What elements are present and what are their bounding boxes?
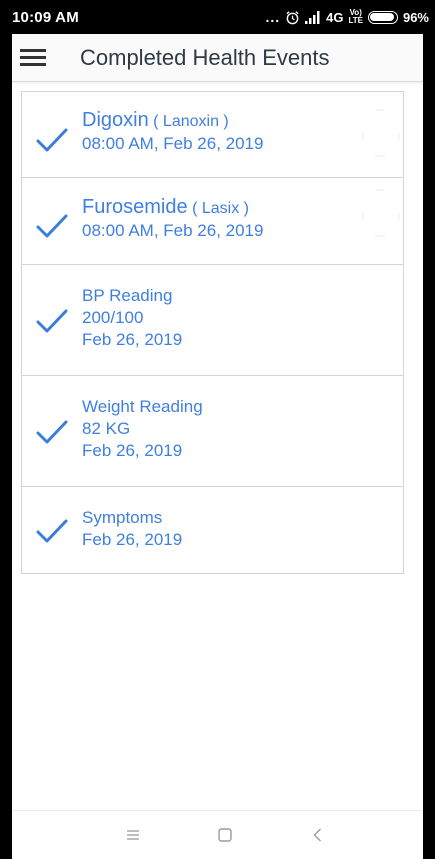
event-row-symptoms[interactable]: Symptoms Feb 26, 2019	[22, 487, 403, 573]
event-time: 08:00 AM, Feb 26, 2019	[82, 134, 264, 153]
checkmark-icon	[36, 214, 68, 238]
reading-date: Feb 26, 2019	[82, 330, 183, 349]
app-window: Completed Health Events Digoxin ( Lanoxi…	[12, 34, 423, 859]
event-row-weight-reading[interactable]: Weight Reading 82 KG Feb 26, 2019	[22, 376, 403, 487]
menu-line	[20, 56, 46, 59]
checkmark-icon	[36, 519, 68, 543]
medication-brand: ( Lasix )	[192, 200, 249, 217]
symptom-date: Feb 26, 2019	[82, 530, 183, 549]
event-text: Digoxin ( Lanoxin ) 08:00 AM, Feb 26, 20…	[82, 109, 263, 155]
event-text: Weight Reading 82 KG Feb 26, 2019	[82, 396, 203, 462]
volte-tag: Vo) LTE	[348, 9, 363, 25]
reading-value: 82 KG	[82, 419, 131, 438]
event-text: Furosemide ( Lasix ) 08:00 AM, Feb 26, 2…	[82, 196, 263, 242]
event-row-digoxin[interactable]: Digoxin ( Lanoxin ) 08:00 AM, Feb 26, 20…	[22, 92, 403, 178]
checkmark-icon	[36, 420, 68, 444]
page-title: Completed Health Events	[80, 45, 330, 70]
checkmark-icon	[36, 128, 68, 152]
status-bar: 10:09 AM ... 4G Vo) LTE 96%	[0, 0, 435, 34]
faint-placeholder-icon	[362, 189, 400, 237]
medication-brand: ( Lanoxin )	[153, 113, 229, 130]
status-time: 10:09 AM	[12, 9, 79, 26]
reading-title: BP Reading	[82, 286, 173, 305]
reading-title: Weight Reading	[82, 397, 203, 416]
reading-date: Feb 26, 2019	[82, 441, 183, 460]
system-nav-bar	[12, 810, 423, 859]
notification-dots: ...	[265, 9, 281, 25]
medication-name: Furosemide	[82, 196, 188, 218]
medication-name: Digoxin	[82, 109, 149, 131]
battery-percent: 96%	[402, 9, 429, 25]
signal-bars-icon	[305, 10, 320, 24]
menu-line	[20, 49, 46, 52]
battery-fill	[370, 13, 395, 21]
symptom-title: Symptoms	[82, 508, 163, 527]
alarm-clock-icon	[286, 10, 299, 24]
app-bar: Completed Health Events	[12, 34, 423, 82]
faint-placeholder-icon	[362, 109, 400, 157]
menu-icon[interactable]	[123, 825, 143, 845]
hamburger-menu-icon[interactable]	[20, 47, 46, 68]
menu-line	[20, 63, 46, 66]
phone-screen: 10:09 AM ... 4G Vo) LTE 96% Completed He…	[0, 0, 435, 859]
event-row-bp-reading[interactable]: BP Reading 200/100 Feb 26, 2019	[22, 265, 403, 376]
event-text: Symptoms Feb 26, 2019	[82, 507, 182, 551]
event-text: BP Reading 200/100 Feb 26, 2019	[82, 285, 182, 351]
event-row-furosemide[interactable]: Furosemide ( Lasix ) 08:00 AM, Feb 26, 2…	[22, 178, 403, 265]
event-time: 08:00 AM, Feb 26, 2019	[82, 221, 264, 240]
reading-value: 200/100	[82, 308, 144, 327]
network-type: 4G	[326, 9, 344, 25]
events-list: Digoxin ( Lanoxin ) 08:00 AM, Feb 26, 20…	[21, 91, 404, 574]
status-icons: ... 4G Vo) LTE 96%	[265, 8, 429, 26]
back-chevron-icon[interactable]	[308, 825, 328, 845]
volte-bottom: LTE	[348, 16, 363, 25]
home-square-icon[interactable]	[215, 825, 235, 845]
checkmark-icon	[36, 309, 68, 333]
battery-icon	[367, 10, 398, 24]
